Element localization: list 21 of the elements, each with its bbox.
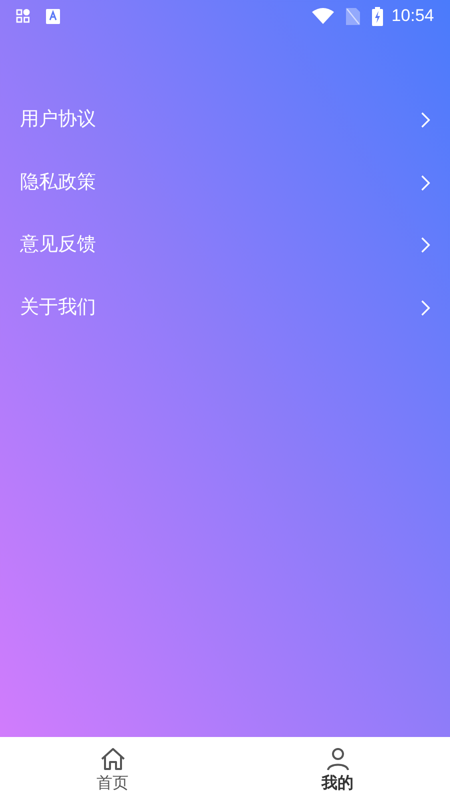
chevron-right-icon <box>421 237 430 254</box>
menu-item[interactable]: 意见反馈 <box>0 214 450 276</box>
apps-icon <box>16 9 30 23</box>
status-time: 10:54 <box>391 5 434 28</box>
wifi-icon <box>312 8 334 24</box>
no-sim-icon <box>346 8 360 24</box>
menu-label: 用户协议 <box>20 108 96 132</box>
menu-label: 关于我们 <box>20 296 96 320</box>
chevron-right-icon <box>421 112 430 128</box>
tab[interactable]: 我的 <box>225 737 450 800</box>
menu-item[interactable]: 关于我们 <box>0 276 450 339</box>
menu-item[interactable]: 用户协议 <box>0 89 450 152</box>
keyboard-icon <box>46 8 60 24</box>
chevron-right-icon <box>421 174 430 191</box>
menu-label: 意见反馈 <box>20 233 96 257</box>
tab[interactable]: 首页 <box>0 737 225 800</box>
chevron-right-icon <box>421 300 430 316</box>
battery-charging-icon <box>372 6 384 26</box>
menu-item[interactable]: 隐私政策 <box>0 152 450 214</box>
home-icon <box>98 746 126 772</box>
menu-label: 隐私政策 <box>20 170 96 194</box>
